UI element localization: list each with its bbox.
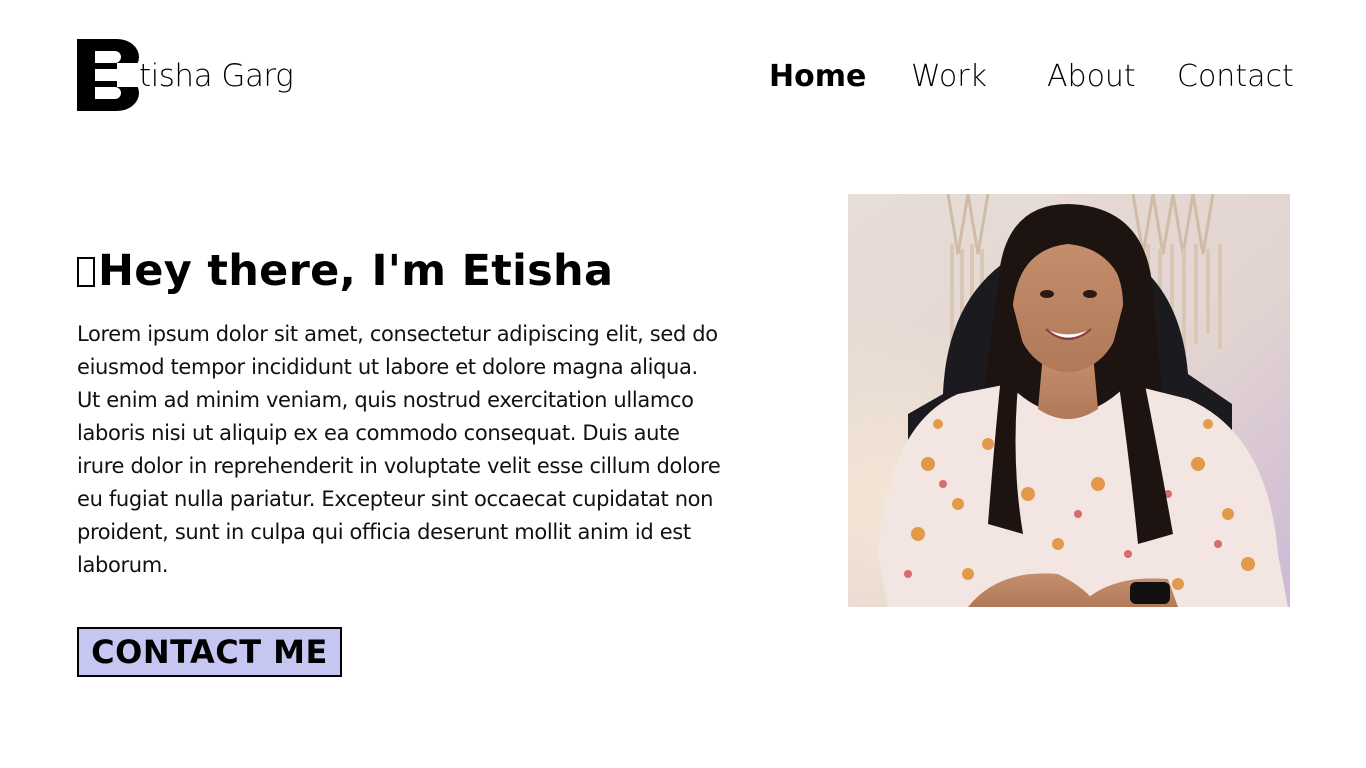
contact-me-button[interactable]: CONTACT ME	[77, 627, 342, 677]
nav-work[interactable]: Work	[911, 54, 987, 100]
hero-title-text: Hey there, I'm Etisha	[98, 246, 614, 296]
hero-title: Hey there, I'm Etisha	[77, 244, 613, 298]
main-nav: Home Work About Contact	[0, 54, 1366, 100]
nav-contact[interactable]: Contact	[1177, 54, 1294, 100]
nav-home[interactable]: Home	[769, 54, 866, 100]
hero-body: Lorem ipsum dolor sit amet, consectetur …	[77, 322, 721, 577]
page: tisha Garg Home Work About Contact Hey t…	[0, 0, 1366, 768]
profile-photo	[848, 194, 1290, 607]
nav-about[interactable]: About	[1047, 54, 1136, 100]
profile-photo-illustration	[848, 194, 1290, 607]
missing-glyph-box-icon	[77, 257, 95, 287]
